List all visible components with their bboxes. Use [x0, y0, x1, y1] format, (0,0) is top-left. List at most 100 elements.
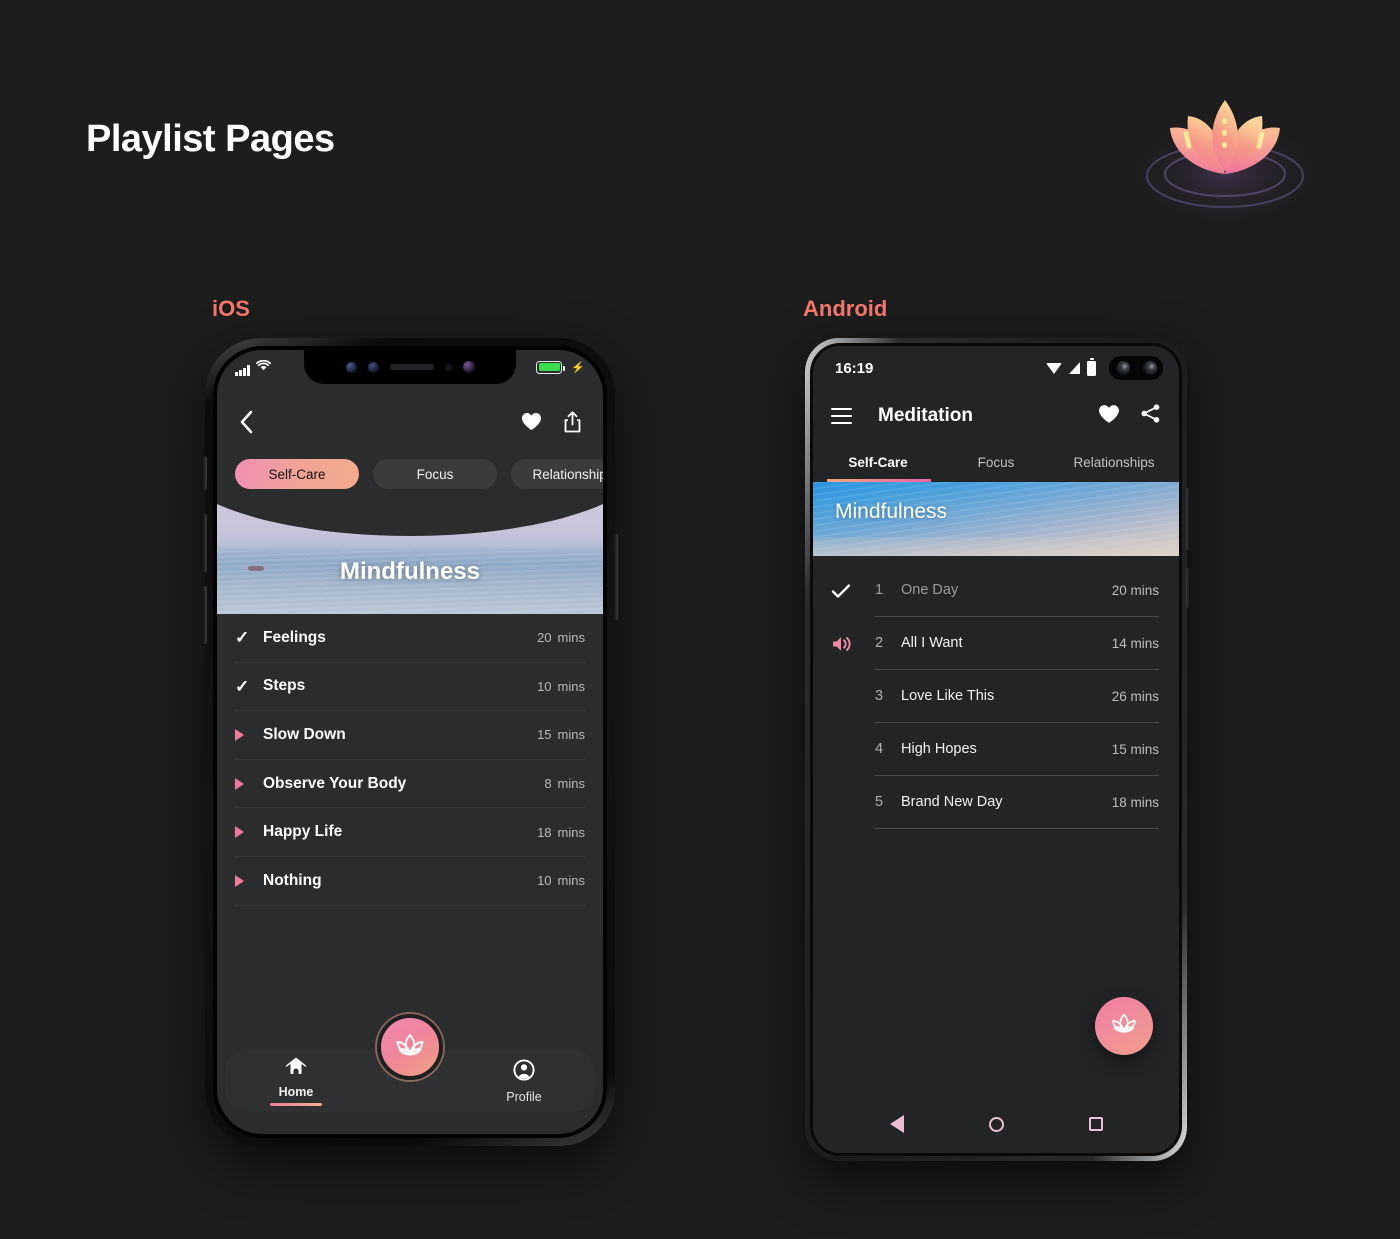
ios-volume-up-button[interactable] [202, 514, 207, 572]
list-item[interactable]: 1 One Day 20 mins [831, 564, 1159, 617]
android-phone-mockup: 16:19 Meditation Self-Care Focus Relatio… [805, 338, 1190, 1161]
tab-self-care[interactable]: Self-Care [819, 442, 937, 482]
list-item[interactable]: 5 Brand New Day 18 mins [831, 776, 1159, 829]
ios-power-button[interactable] [613, 534, 618, 620]
android-bezel: 16:19 Meditation Self-Care Focus Relatio… [810, 343, 1182, 1156]
track-duration-unit: mins [557, 824, 585, 840]
track-duration: 18 mins [1111, 794, 1159, 810]
track-duration: 8 mins [535, 776, 585, 791]
page-title: Playlist Pages [86, 118, 335, 160]
table-row[interactable]: Happy Life 18 mins [235, 808, 585, 857]
share-icon[interactable] [1140, 403, 1161, 429]
heart-icon[interactable] [521, 412, 542, 436]
ios-tab-focus[interactable]: Focus [373, 459, 497, 489]
ios-tab-relationships[interactable]: Relationships [511, 459, 603, 489]
track-name: Feelings [263, 628, 326, 646]
heart-icon[interactable] [1098, 404, 1120, 429]
signal-bars-icon [235, 365, 250, 376]
ios-hero-banner: Mindfulness [217, 502, 603, 614]
table-row[interactable]: ✓ Feelings 20 mins [235, 614, 585, 663]
page-title: Meditation [878, 405, 973, 426]
table-row[interactable]: Nothing 10 mins [235, 857, 585, 906]
android-power-button[interactable] [1186, 568, 1190, 608]
ios-front-camera-icon [462, 361, 475, 373]
sidebar-item-label: Profile [506, 1089, 542, 1104]
list-item[interactable]: 2 All I Want 14 mins [831, 617, 1159, 670]
track-duration: 15 mins [1111, 741, 1159, 757]
track-duration: 14 mins [1111, 635, 1159, 651]
battery-icon [536, 360, 566, 374]
signal-icon [1069, 362, 1080, 374]
table-row[interactable]: Slow Down 15 mins [235, 711, 585, 760]
ios-sensor-icon [345, 361, 357, 373]
track-duration: 20 mins [1111, 582, 1159, 598]
play-icon[interactable] [235, 874, 263, 887]
android-status-bar: 16:19 [813, 346, 1179, 390]
ios-tab-self-care[interactable]: Self-Care [235, 459, 359, 489]
platform-label-ios: iOS [212, 296, 250, 321]
ios-screen: ⚡ Self-Care Focus Relationshi Mindfulnes… [217, 350, 603, 1134]
ios-track-list: ✓ Feelings 20 mins ✓ Steps 10 mins Slow … [235, 614, 585, 906]
play-icon[interactable] [235, 826, 263, 839]
android-hero-title: Mindfulness [835, 500, 948, 523]
list-item[interactable]: 3 Love Like This 26 mins [831, 670, 1159, 723]
track-name: Steps [263, 677, 306, 695]
track-duration-value: 8 [544, 776, 552, 792]
list-item[interactable]: 4 High Hopes 15 mins [831, 723, 1159, 776]
nav-home-icon[interactable] [988, 1116, 1004, 1132]
table-row[interactable]: Observe Your Body 8 mins [235, 760, 585, 809]
lotus-icon [393, 1031, 427, 1064]
check-icon: ✓ [235, 676, 250, 696]
ios-phone-mockup: ⚡ Self-Care Focus Relationshi Mindfulnes… [202, 338, 618, 1146]
check-icon: ✓ [235, 628, 250, 648]
nav-back-icon[interactable] [889, 1115, 904, 1133]
android-tab-bar: Self-Care Focus Relationships [813, 442, 1179, 482]
track-number: 1 [875, 582, 884, 598]
active-tab-underline [270, 1103, 322, 1106]
ios-mute-switch[interactable] [202, 456, 207, 490]
track-number: 5 [875, 794, 884, 810]
android-volume-button[interactable] [1186, 488, 1190, 550]
android-lotus-fab[interactable] [1095, 997, 1153, 1055]
sidebar-item-profile[interactable]: Profile [487, 1058, 561, 1104]
track-duration-value: 15 [537, 727, 552, 743]
hamburger-menu-icon[interactable] [831, 407, 852, 425]
share-icon[interactable] [564, 410, 581, 438]
track-duration-value: 10 [537, 678, 552, 694]
punch-hole-camera [1109, 356, 1163, 380]
play-icon[interactable] [235, 728, 263, 741]
table-row[interactable]: ✓ Steps 10 mins [235, 663, 585, 712]
track-duration-unit: mins [557, 678, 585, 694]
track-name: Slow Down [263, 725, 346, 743]
tab-focus[interactable]: Focus [937, 442, 1055, 482]
ios-category-tabs: Self-Care Focus Relationships [235, 459, 603, 489]
ios-lotus-fab[interactable] [377, 1014, 443, 1080]
ios-hero-title: Mindfulness [339, 558, 480, 585]
speaker-icon[interactable] [831, 635, 875, 653]
ios-volume-down-button[interactable] [202, 586, 207, 644]
android-navigation-bar [813, 1095, 1179, 1153]
nav-recents-icon[interactable] [1088, 1117, 1103, 1131]
ios-nav-bar [217, 402, 603, 446]
sidebar-item-home[interactable]: Home [259, 1056, 333, 1106]
lotus-icon [1109, 1011, 1139, 1041]
tab-relationships[interactable]: Relationships [1055, 442, 1173, 482]
platform-label-android: Android [803, 296, 888, 321]
play-icon[interactable] [235, 777, 263, 790]
track-duration-unit: mins [557, 776, 585, 792]
ios-bezel: ⚡ Self-Care Focus Relationshi Mindfulnes… [213, 346, 607, 1138]
track-duration-value: 18 [537, 824, 552, 840]
track-name: High Hopes [901, 741, 977, 757]
android-screen: 16:19 Meditation Self-Care Focus Relatio… [813, 346, 1179, 1153]
ios-proximity-sensor-icon [444, 363, 452, 371]
track-number: 4 [875, 741, 884, 757]
track-name: One Day [901, 582, 959, 598]
back-button[interactable] [239, 410, 253, 439]
ios-notch [304, 350, 516, 384]
check-icon [831, 583, 875, 599]
track-duration: 26 mins [1111, 688, 1159, 704]
track-number: 3 [875, 688, 884, 704]
profile-icon [513, 1058, 535, 1086]
status-time: 16:19 [835, 359, 874, 377]
track-duration: 10 mins [535, 873, 585, 888]
